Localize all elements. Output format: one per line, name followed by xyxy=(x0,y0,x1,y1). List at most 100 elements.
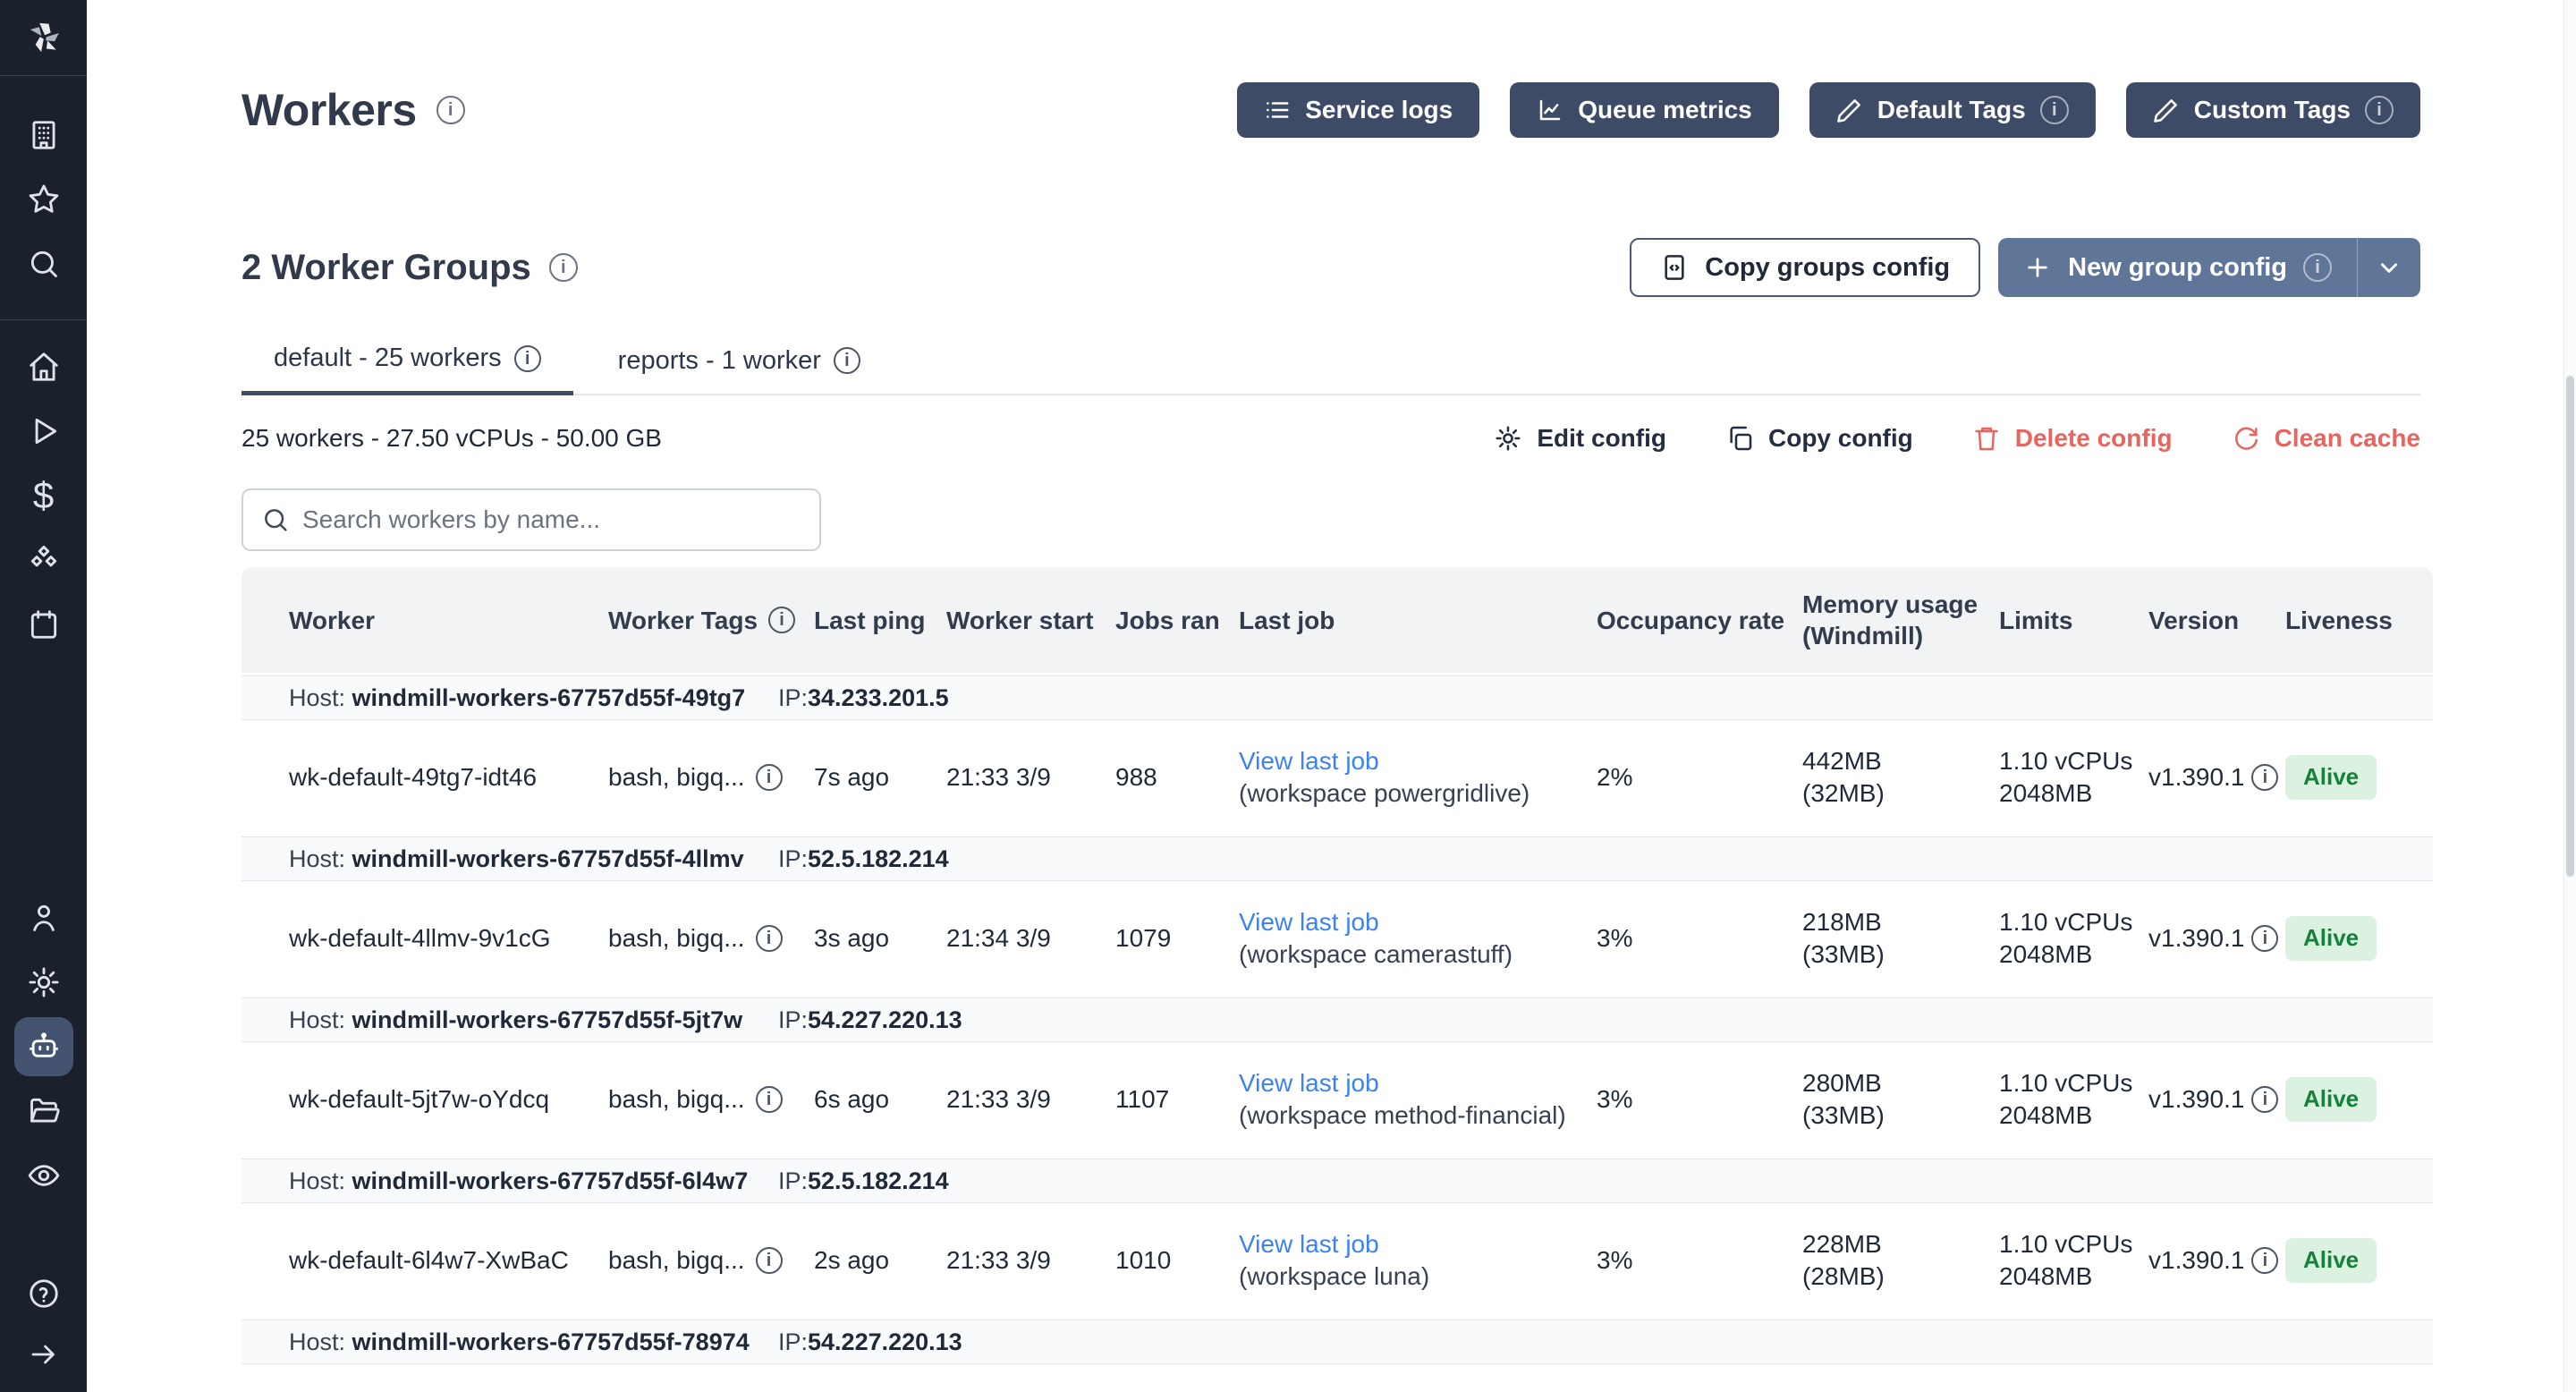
worker-tags-text: bash, bigq... xyxy=(608,761,745,794)
play-icon[interactable] xyxy=(0,399,87,463)
queue-metrics-button[interactable]: Queue metrics xyxy=(1510,82,1779,138)
file-code-icon xyxy=(1660,253,1689,282)
column-header: Last job xyxy=(1239,605,1597,636)
limit-vcpus: 1.10 vCPUs xyxy=(1999,906,2134,938)
eye-icon[interactable] xyxy=(0,1143,87,1208)
last-job-workspace: (workspace luna) xyxy=(1239,1260,1582,1293)
limit-memory: 2048MB xyxy=(1999,1099,2134,1132)
worker-row: wk-default-4llmv-9v1cGbash, bigq...i3s a… xyxy=(242,881,2433,996)
tab-reports[interactable]: reports - 1 worker i xyxy=(586,344,893,395)
limit-vcpus: 1.10 vCPUs xyxy=(1999,1067,2134,1099)
worker-tags-text: bash, bigq... xyxy=(608,922,745,955)
search-icon[interactable] xyxy=(0,232,87,296)
info-icon[interactable]: i xyxy=(756,764,783,791)
info-icon[interactable]: i xyxy=(2251,925,2278,952)
worker-tags-text: bash, bigq... xyxy=(608,1083,745,1116)
home-icon[interactable] xyxy=(0,335,87,399)
chart-icon xyxy=(1537,97,1563,123)
plus-icon xyxy=(2023,253,2052,282)
table-header: WorkerWorker TagsiLast pingWorker startJ… xyxy=(242,567,2433,673)
worker-start: 21:33 3/9 xyxy=(946,761,1115,794)
last-job: View last job(workspace camerastuff) xyxy=(1239,906,1597,972)
info-icon[interactable]: i xyxy=(2303,253,2332,282)
user-icon[interactable] xyxy=(0,886,87,950)
info-icon[interactable]: i xyxy=(2251,1086,2278,1113)
cubes-icon[interactable] xyxy=(0,528,87,592)
arrow-right-icon[interactable] xyxy=(0,1326,87,1383)
last-ping: 7s ago xyxy=(814,761,946,794)
info-icon[interactable]: i xyxy=(2251,1247,2278,1274)
last-job-workspace: (workspace powergridlive) xyxy=(1239,777,1582,810)
buildings-icon[interactable] xyxy=(0,103,87,167)
host-name: Host: windmill-workers-67757d55f-78974 xyxy=(242,1328,778,1356)
info-icon[interactable]: i xyxy=(834,347,860,374)
memory-windmill: (33MB) xyxy=(1802,1099,1985,1132)
host-ip: IP:52.5.182.214 xyxy=(778,845,949,873)
scrollbar-track[interactable] xyxy=(2563,0,2576,1392)
sidebar-divider xyxy=(0,319,87,320)
custom-tags-button[interactable]: Custom Tags i xyxy=(2126,82,2420,138)
limits: 1.10 vCPUs2048MB xyxy=(1999,906,2148,972)
info-icon[interactable]: i xyxy=(768,607,795,633)
search-workers-input[interactable] xyxy=(242,488,821,551)
info-icon[interactable]: i xyxy=(756,1247,783,1274)
info-icon[interactable]: i xyxy=(2040,96,2069,124)
info-icon[interactable]: i xyxy=(514,345,541,372)
liveness: Alive xyxy=(2285,755,2433,800)
worker-start: 21:33 3/9 xyxy=(946,1244,1115,1277)
view-last-job-link[interactable]: View last job xyxy=(1239,906,1582,938)
new-group-config-button[interactable]: New group config i xyxy=(1998,238,2420,297)
new-group-config-dropdown[interactable] xyxy=(2357,238,2420,297)
gear-icon[interactable] xyxy=(0,950,87,1014)
tab-default[interactable]: default - 25 workers i xyxy=(242,344,573,395)
dollar-icon[interactable]: $ xyxy=(0,463,87,528)
version: v1.390.1i xyxy=(2148,1244,2285,1277)
service-logs-button[interactable]: Service logs xyxy=(1237,82,1479,138)
worker-tags-text: bash, bigq... xyxy=(608,1244,745,1277)
info-icon[interactable]: i xyxy=(756,925,783,952)
info-icon[interactable]: i xyxy=(436,96,465,124)
help-icon[interactable] xyxy=(0,1261,87,1326)
view-last-job-link[interactable]: View last job xyxy=(1239,1228,1582,1260)
robot-worker-icon[interactable] xyxy=(14,1017,73,1076)
clean-cache-button[interactable]: Clean cache xyxy=(2232,424,2420,453)
worker-row: wk-default-6l4w7-XwBaCbash, bigq...i2s a… xyxy=(242,1203,2433,1318)
limit-vcpus: 1.10 vCPUs xyxy=(1999,1228,2134,1260)
last-job: View last job(workspace luna) xyxy=(1239,1228,1597,1294)
view-last-job-link[interactable]: View last job xyxy=(1239,745,1582,777)
column-header: Occupancy rate xyxy=(1597,605,1802,636)
column-header: Liveness xyxy=(2285,605,2433,636)
column-header: Jobs ran xyxy=(1115,605,1239,636)
list-icon xyxy=(1264,97,1291,123)
info-icon[interactable]: i xyxy=(2251,764,2278,791)
version: v1.390.1i xyxy=(2148,761,2285,794)
last-job-workspace: (workspace camerastuff) xyxy=(1239,938,1582,971)
memory-total: 218MB xyxy=(1802,906,1985,938)
folder-icon[interactable] xyxy=(0,1079,87,1143)
info-icon[interactable]: i xyxy=(549,253,578,282)
host-name: Host: windmill-workers-67757d55f-6l4w7 xyxy=(242,1167,778,1195)
last-job-workspace: (workspace method-financial) xyxy=(1239,1099,1582,1132)
windmill-logo[interactable] xyxy=(24,0,64,75)
delete-config-button[interactable]: Delete config xyxy=(1972,424,2173,453)
last-ping: 3s ago xyxy=(814,922,946,955)
edit-config-button[interactable]: Edit config xyxy=(1494,424,1666,453)
view-last-job-link[interactable]: View last job xyxy=(1239,1067,1582,1099)
limit-vcpus: 1.10 vCPUs xyxy=(1999,745,2134,777)
limit-memory: 2048MB xyxy=(1999,938,2134,971)
default-tags-button[interactable]: Default Tags i xyxy=(1809,82,2096,138)
scrollbar-thumb[interactable] xyxy=(2566,376,2574,877)
copy-groups-config-button[interactable]: Copy groups config xyxy=(1630,238,1980,297)
calendar-icon[interactable] xyxy=(0,592,87,657)
occupancy-rate: 3% xyxy=(1597,922,1802,955)
worker-start: 21:33 3/9 xyxy=(946,1083,1115,1116)
workers-table: WorkerWorker TagsiLast pingWorker startJ… xyxy=(242,567,2433,1364)
worker-tags: bash, bigq... i xyxy=(608,1244,814,1277)
star-icon[interactable] xyxy=(0,167,87,232)
info-icon[interactable]: i xyxy=(2365,96,2394,124)
info-icon[interactable]: i xyxy=(756,1086,783,1113)
version: v1.390.1i xyxy=(2148,1083,2285,1116)
jobs-ran: 1010 xyxy=(1115,1244,1239,1277)
copy-config-button[interactable]: Copy config xyxy=(1725,424,1913,453)
limit-memory: 2048MB xyxy=(1999,1260,2134,1293)
